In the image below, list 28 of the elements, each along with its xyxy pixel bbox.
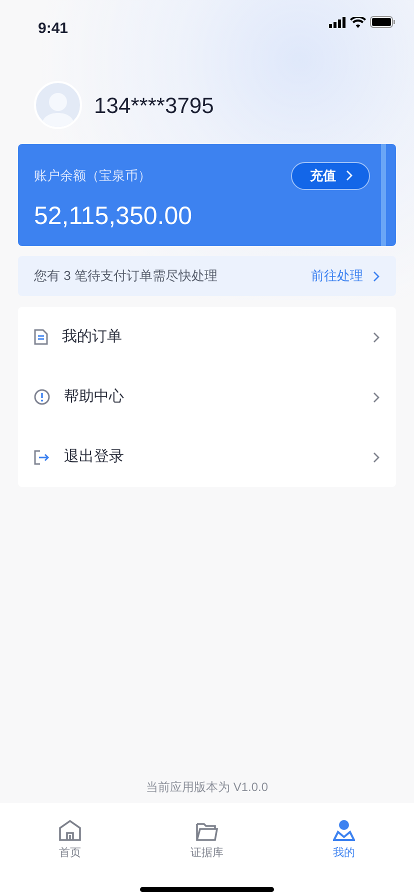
go-process-link[interactable]: 前往处理 xyxy=(311,266,380,286)
menu-item[interactable]: 我的订单 xyxy=(18,307,396,367)
info-icon xyxy=(34,389,50,405)
tab[interactable]: 证据库 xyxy=(177,811,237,861)
chevron-icon xyxy=(373,270,380,282)
battery-icon xyxy=(370,16,396,28)
balance-label: 账户余额（宝泉币） xyxy=(34,167,151,185)
chevron-icon xyxy=(346,170,353,182)
signal-icon xyxy=(329,16,346,28)
tab[interactable]: 我的 xyxy=(314,811,374,861)
top-up-button[interactable]: 充值 xyxy=(291,162,370,190)
chevron-icon xyxy=(373,452,380,462)
balance-amount: 52,115,350.00 xyxy=(34,201,192,232)
version-text: 当前应用版本为 V1.0.0 xyxy=(144,779,270,796)
menu-item[interactable]: 退出登录 xyxy=(18,427,396,487)
person-icon xyxy=(333,818,355,840)
logout-icon xyxy=(34,450,50,464)
document-icon xyxy=(34,329,48,345)
chevron-icon xyxy=(373,392,380,402)
menu-item[interactable]: 帮助中心 xyxy=(18,367,396,427)
notice-text: 您有 3 笔待支付订单需尽快处理 xyxy=(34,267,218,286)
phone-number: 134****3795 xyxy=(94,92,214,120)
folder-icon xyxy=(196,822,218,840)
chevron-icon xyxy=(373,332,380,342)
wifi-icon xyxy=(350,16,366,28)
status-time: 9:41 xyxy=(38,19,68,39)
home-icon xyxy=(59,820,81,840)
tab[interactable]: 首页 xyxy=(40,811,100,861)
